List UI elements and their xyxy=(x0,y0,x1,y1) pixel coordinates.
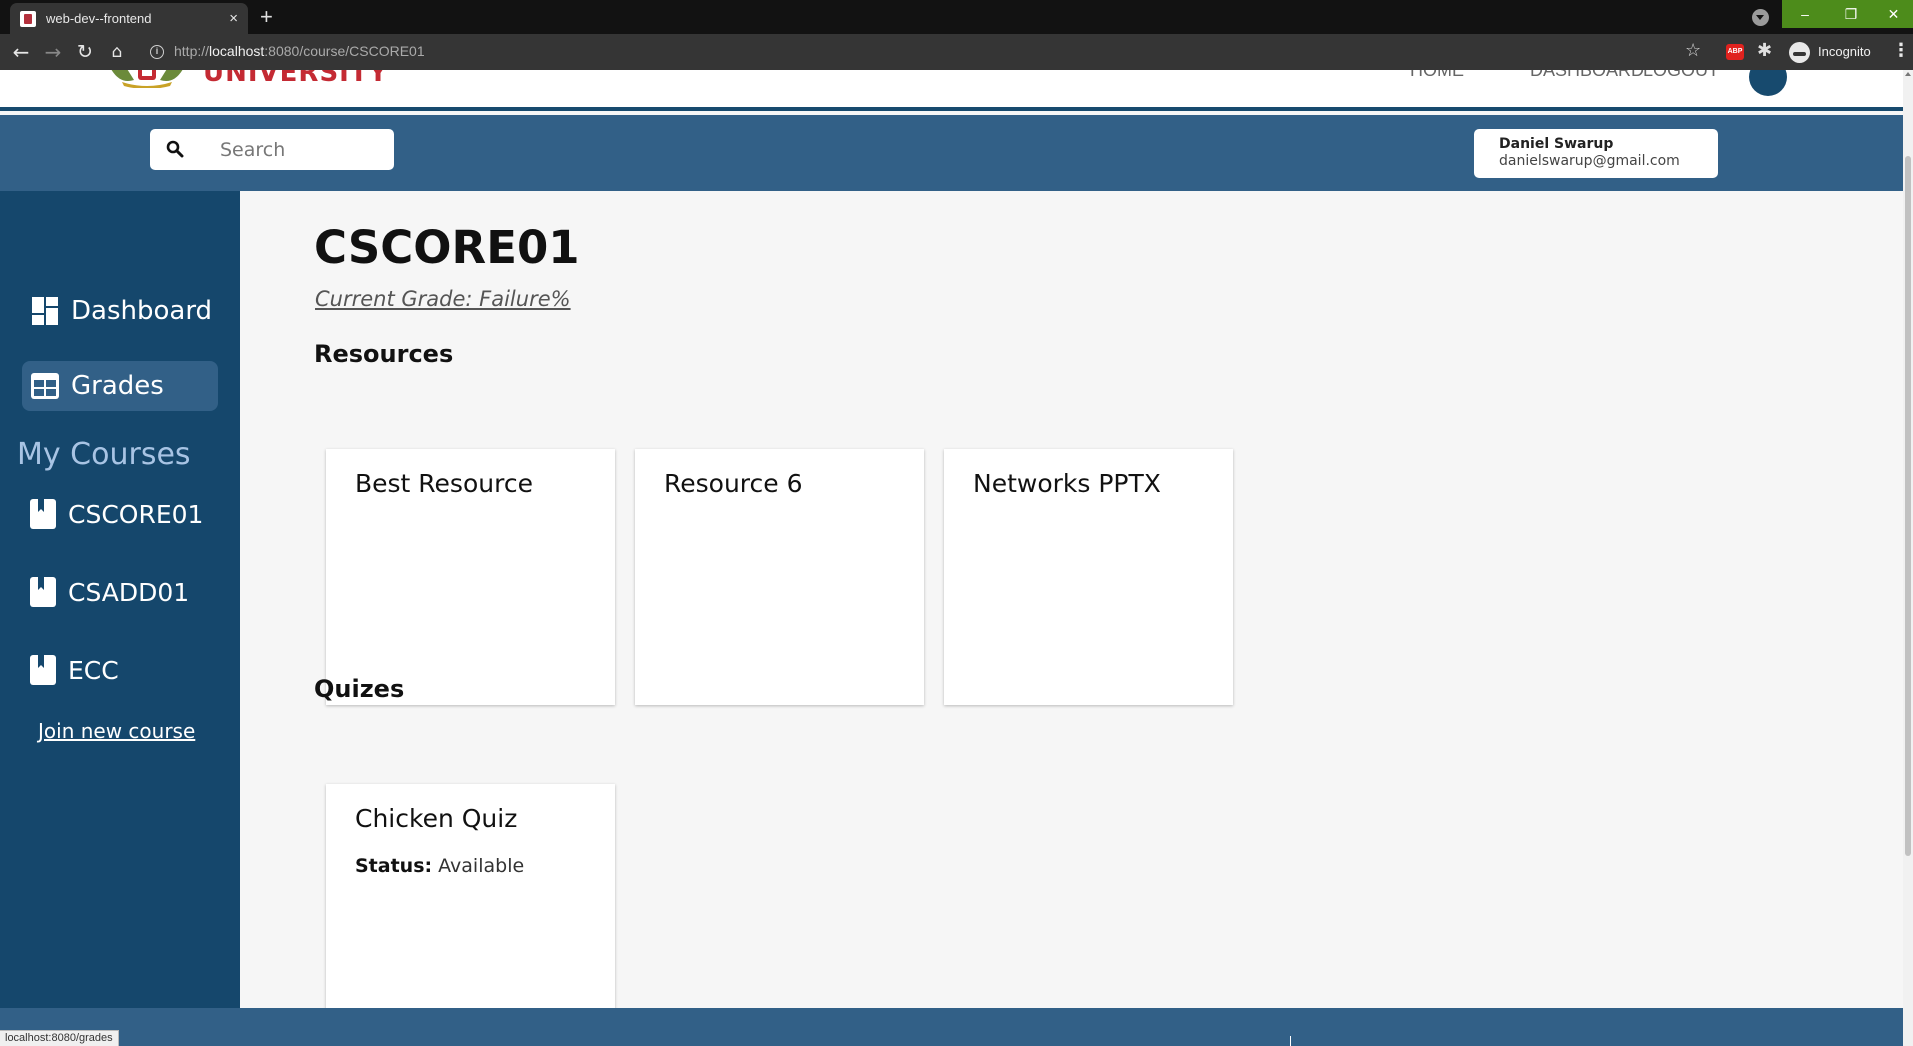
quiz-status: Status: Available xyxy=(355,855,615,877)
header-avatar-button[interactable] xyxy=(1749,70,1787,96)
new-tab-button[interactable]: + xyxy=(260,5,273,29)
scrollbar-thumb[interactable] xyxy=(1905,156,1911,856)
sidebar-course-label: CSCORE01 xyxy=(68,499,204,529)
site-info-icon[interactable]: i xyxy=(150,45,164,59)
user-name: Daniel Swarup xyxy=(1499,136,1614,152)
book-icon xyxy=(30,655,56,685)
quiz-status-value: Available xyxy=(438,855,525,877)
footer-divider xyxy=(1290,1036,1291,1046)
reload-icon[interactable]: ↻ xyxy=(72,34,98,70)
book-icon xyxy=(30,499,56,529)
resource-card-title: Networks PPTX xyxy=(973,469,1161,498)
resource-card[interactable]: Best Resource xyxy=(326,449,615,705)
tab-favicon-icon xyxy=(20,10,36,27)
my-courses-heading: My Courses xyxy=(17,437,191,472)
forward-arrow-icon[interactable]: → xyxy=(40,34,66,70)
resource-card[interactable]: Resource 6 xyxy=(635,449,924,705)
resources-heading: Resources xyxy=(314,340,454,368)
page-title: CSCORE01 xyxy=(314,221,580,274)
address-bar[interactable]: http://localhost:8080/course/CSCORE01 xyxy=(174,43,425,59)
quiz-status-label: Status: xyxy=(355,855,433,877)
sidebar-course-label: ECC xyxy=(68,655,119,685)
nav-home-link[interactable]: HOME xyxy=(1410,70,1464,81)
page-scrollbar[interactable] xyxy=(1903,70,1913,1046)
scroll-up-arrow-icon[interactable] xyxy=(1905,72,1911,76)
browser-toolbar: ← → ↻ ⌂ i http://localhost:8080/course/C… xyxy=(0,34,1913,70)
back-arrow-icon[interactable]: ← xyxy=(8,34,34,70)
url-path: :8080/course/CSCORE01 xyxy=(264,43,425,59)
window-restore-button[interactable]: ❐ xyxy=(1828,0,1874,28)
tab-title: web-dev--frontend xyxy=(46,11,152,26)
university-crest-icon xyxy=(111,70,183,88)
sidebar-item-grades[interactable]: Grades xyxy=(22,361,218,411)
sidebar: Dashboard Grades My Courses CSCORE01 CSA… xyxy=(0,191,240,1008)
nav-logout-link[interactable]: LOGOUT xyxy=(1643,70,1719,81)
user-card[interactable]: Daniel Swarup danielswarup@gmail.com xyxy=(1474,129,1718,178)
resource-card-title: Best Resource xyxy=(355,469,533,498)
sidebar-item-label: Dashboard xyxy=(71,296,213,326)
join-new-course-link[interactable]: Join new course xyxy=(38,719,195,743)
user-email: danielswarup@gmail.com xyxy=(1499,153,1680,169)
url-prefix: http:// xyxy=(174,43,210,59)
tab-search-icon[interactable] xyxy=(1752,9,1769,26)
resource-card[interactable]: Networks PPTX xyxy=(944,449,1233,705)
search-icon xyxy=(166,140,184,158)
extensions-puzzle-icon[interactable]: ✱ xyxy=(1757,40,1772,61)
home-icon[interactable]: ⌂ xyxy=(104,34,130,70)
dashboard-icon xyxy=(32,297,58,325)
grades-table-icon xyxy=(31,373,59,399)
quiz-card[interactable]: Chicken Quiz Status: Available xyxy=(326,784,615,1040)
resource-card-title: Resource 6 xyxy=(664,469,803,498)
sidebar-course-csadd01[interactable]: CSADD01 xyxy=(30,572,189,612)
page-viewport: UNIVERSITY HOME DASHBOARD LOGOUT Daniel … xyxy=(0,70,1903,1046)
sidebar-item-label: Grades xyxy=(71,371,164,401)
search-box[interactable] xyxy=(150,129,394,170)
book-icon xyxy=(30,577,56,607)
adblock-extension-icon[interactable]: ABP xyxy=(1726,44,1744,60)
url-host: localhost xyxy=(209,43,265,59)
search-input[interactable] xyxy=(220,137,385,163)
nav-dashboard-link[interactable]: DASHBOARD xyxy=(1530,70,1644,81)
bookmark-star-icon[interactable]: ☆ xyxy=(1685,40,1701,61)
quizzes-heading: Quizes xyxy=(314,675,405,703)
university-logo-text: UNIVERSITY xyxy=(203,70,389,88)
window-minimize-button[interactable]: – xyxy=(1782,0,1828,28)
sidebar-course-cscore01[interactable]: CSCORE01 xyxy=(30,494,203,534)
sidebar-course-ecc[interactable]: ECC xyxy=(30,650,119,690)
search-bar: Daniel Swarup danielswarup@gmail.com xyxy=(0,115,1903,191)
sidebar-item-dashboard[interactable]: Dashboard xyxy=(22,286,218,336)
tab-close-button[interactable]: × xyxy=(229,10,238,27)
incognito-label[interactable]: Incognito xyxy=(1818,44,1871,59)
course-main: CSCORE01 Current Grade: Failure% Resourc… xyxy=(240,191,1903,1040)
window-close-button[interactable]: ✕ xyxy=(1874,0,1913,28)
sidebar-course-label: CSADD01 xyxy=(68,577,190,607)
browser-menu-icon[interactable]: ⋮ xyxy=(1892,40,1910,61)
current-grade-link[interactable]: Current Grade: Failure% xyxy=(315,287,571,311)
link-status-tooltip: localhost:8080/grades xyxy=(0,1030,119,1046)
incognito-icon[interactable] xyxy=(1789,42,1810,63)
browser-tab[interactable]: web-dev--frontend × xyxy=(10,3,248,34)
site-header: UNIVERSITY HOME DASHBOARD LOGOUT xyxy=(0,70,1903,111)
site-footer xyxy=(0,1008,1903,1046)
browser-titlebar: web-dev--frontend × + – ❐ ✕ xyxy=(0,0,1913,34)
quiz-card-title: Chicken Quiz xyxy=(355,804,518,833)
